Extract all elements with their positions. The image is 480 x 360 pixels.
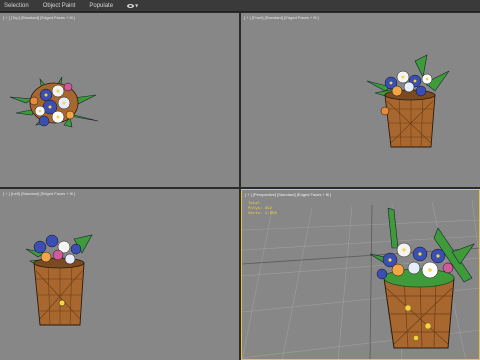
display-options-dropdown[interactable]: ▼ [127,3,138,8]
flower-pot-model-front[interactable] [365,53,451,157]
viewport-left[interactable]: [ + ] [Left] [Standard] [Edged Faces + f… [0,189,239,360]
chevron-down-icon: ▼ [135,3,139,8]
tab-populate[interactable]: Populate [85,3,123,9]
viewport-perspective[interactable]: [ + ] [Perspective] [Standard] [Edged Fa… [241,189,480,360]
viewport-label-top[interactable]: [ + ] [Top] [Standard] [Edged Faces + ft… [3,15,75,20]
ribbon-toolbar: Selection Object Paint Populate ▼ [0,0,480,12]
flower-pot-model-top[interactable] [6,65,106,155]
eye-icon [127,3,135,8]
tab-selection[interactable]: Selection [0,3,39,9]
stats-verts: Verts: 1,056 [248,212,277,216]
statistics-overlay: Total Polys: 892 Verts: 1,056 [248,202,277,217]
viewport-label-front[interactable]: [ + ] [Front] [Standard] [Edged Faces + … [244,15,319,20]
flower-pot-model-left[interactable] [22,227,96,331]
flower-pot-model-perspective[interactable] [368,208,476,358]
tab-object-paint[interactable]: Object Paint [39,3,86,9]
viewport-front[interactable]: [ + ] [Front] [Standard] [Edged Faces + … [241,13,480,187]
viewport-label-left[interactable]: [ + ] [Left] [Standard] [Edged Faces + f… [3,191,75,196]
viewport-label-perspective[interactable]: [ + ] [Perspective] [Standard] [Edged Fa… [245,192,331,197]
viewport-top[interactable]: [ + ] [Top] [Standard] [Edged Faces + ft… [0,13,239,187]
